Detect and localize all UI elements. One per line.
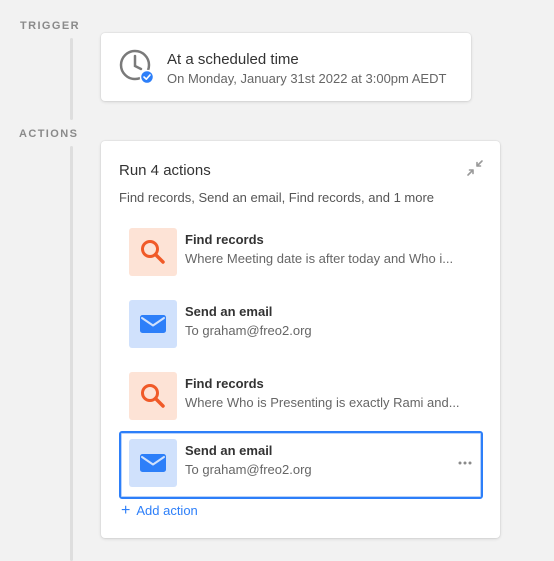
step-icon-tile bbox=[129, 372, 177, 420]
add-action-label: Add action bbox=[136, 503, 198, 518]
actions-card: Run 4 actions Find records, Send an emai… bbox=[101, 141, 500, 538]
actions-summary: Find records, Send an email, Find record… bbox=[119, 190, 435, 205]
trigger-card[interactable]: At a scheduled time On Monday, January 3… bbox=[101, 33, 471, 101]
envelope-icon bbox=[140, 454, 166, 472]
step-title: Find records bbox=[185, 376, 264, 391]
step-title: Find records bbox=[185, 232, 264, 247]
plus-icon: + bbox=[121, 502, 131, 519]
step-icon-tile bbox=[129, 300, 177, 348]
add-action-button[interactable]: + Add action bbox=[121, 502, 198, 519]
step-title: Send an email bbox=[185, 304, 273, 319]
clock-check-icon bbox=[119, 49, 155, 85]
envelope-icon bbox=[140, 315, 166, 333]
step-description: Where Who is Presenting is exactly Rami … bbox=[185, 395, 460, 410]
action-step-send-email-1[interactable]: Send an email To graham@freo2.org bbox=[119, 292, 483, 356]
actions-section-label: ACTIONS bbox=[19, 128, 79, 140]
step-description: To graham@freo2.org bbox=[185, 323, 312, 338]
actions-title: Run 4 actions bbox=[119, 162, 211, 179]
step-description: Where Meeting date is after today and Wh… bbox=[185, 251, 454, 266]
action-step-send-email-2[interactable]: Send an email To graham@freo2.org bbox=[119, 431, 483, 499]
trigger-section-label: TRIGGER bbox=[20, 20, 80, 32]
step-icon-tile bbox=[129, 439, 177, 487]
search-icon bbox=[141, 384, 165, 408]
action-step-find-records-2[interactable]: Find records Where Who is Presenting is … bbox=[119, 364, 483, 428]
trigger-title: At a scheduled time bbox=[167, 51, 299, 68]
step-icon-tile bbox=[129, 228, 177, 276]
action-step-find-records-1[interactable]: Find records Where Meeting date is after… bbox=[119, 220, 483, 284]
trigger-rail bbox=[70, 38, 73, 120]
more-options-icon[interactable] bbox=[457, 457, 473, 469]
step-title: Send an email bbox=[185, 443, 273, 458]
search-icon bbox=[141, 240, 165, 264]
step-description: To graham@freo2.org bbox=[185, 462, 312, 477]
actions-rail bbox=[70, 146, 73, 561]
collapse-arrows-icon[interactable] bbox=[466, 159, 484, 177]
trigger-subtitle: On Monday, January 31st 2022 at 3:00pm A… bbox=[167, 71, 447, 86]
